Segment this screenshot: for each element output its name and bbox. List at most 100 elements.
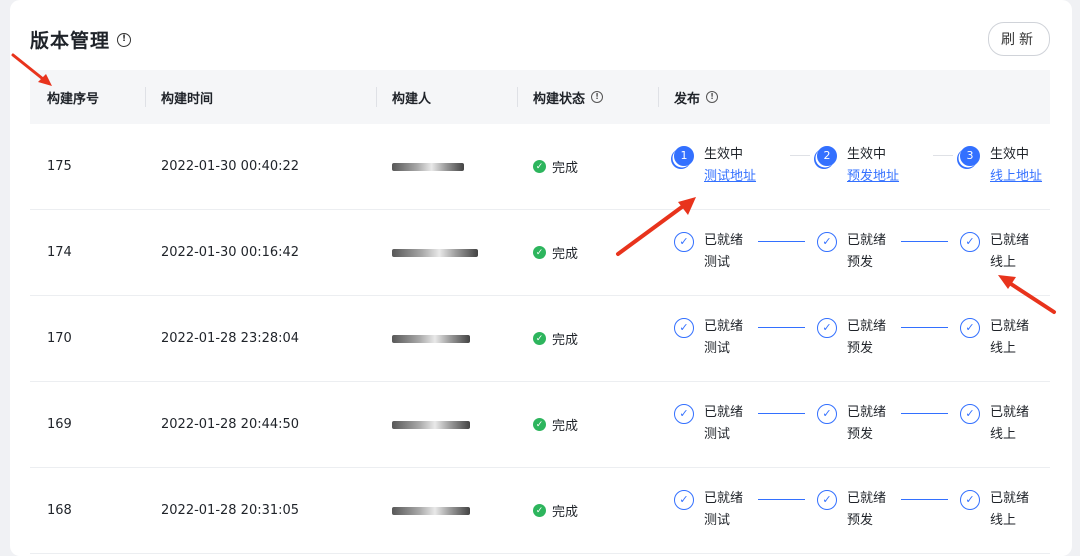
cell-publish: ✓ 已就绪 测试 ✓ 已就绪 预发 ✓ 已就绪 线上 [658, 468, 1050, 553]
column-header-label: 构建人 [392, 91, 432, 107]
info-icon[interactable]: ! [117, 32, 132, 47]
table-row: 169 2022-01-28 20:44:50 ✓ 完成 ✓ 已就绪 测试 ✓ … [30, 382, 1050, 468]
status-text: 完成 [552, 333, 579, 348]
cell-seq: 175 [47, 159, 72, 174]
publish-step: ✓ 已就绪 线上 [960, 317, 1050, 360]
step-title: 已就绪 [847, 232, 887, 248]
step-env-label: 测试 [704, 426, 731, 442]
column-header-publish: 发布 ! [658, 70, 1050, 124]
step-address-link[interactable]: 预发地址 [847, 166, 899, 188]
step-env-label: 测试 [704, 340, 731, 356]
step-title: 生效中 [847, 146, 887, 162]
step-title: 生效中 [990, 146, 1030, 162]
step-title: 已就绪 [990, 404, 1030, 420]
publish-steps: 1 生效中 测试地址 2 生效中 预发地址 3 生效中 线上地址 [674, 145, 1050, 188]
publish-step: ✓ 已就绪 线上 [960, 489, 1050, 532]
version-management-card: 版本管理 ! 刷新 构建序号 构建时间 构建人 构建状态 ! 发布 ! 175 [10, 0, 1072, 556]
step-env-label: 预发 [847, 340, 874, 356]
step-title: 已就绪 [847, 318, 887, 334]
step-env-label: 线上 [990, 340, 1017, 356]
step-env-label: 线上 [990, 426, 1017, 442]
step-address-link[interactable]: 测试地址 [704, 166, 756, 188]
status-text: 完成 [552, 161, 579, 176]
column-header-seq: 构建序号 [30, 70, 145, 124]
publish-step: ✓ 已就绪 预发 [817, 317, 960, 360]
table-row: 175 2022-01-30 00:40:22 ✓ 完成 1 生效中 测试地址 [30, 124, 1050, 210]
step-env-label: 测试 [704, 512, 731, 528]
step-title: 生效中 [704, 146, 744, 162]
column-header-status: 构建状态 ! [517, 70, 658, 124]
step-env-label: 预发 [847, 512, 874, 528]
publish-steps: ✓ 已就绪 测试 ✓ 已就绪 预发 ✓ 已就绪 线上 [674, 403, 1050, 446]
blurred-username [392, 248, 478, 257]
cell-publish: ✓ 已就绪 测试 ✓ 已就绪 预发 ✓ 已就绪 线上 [658, 210, 1050, 295]
step-number-icon: 2 [817, 145, 837, 166]
step-env-label: 预发 [847, 254, 874, 270]
check-circle-icon: ✓ [960, 403, 980, 424]
step-title: 已就绪 [704, 404, 744, 420]
table-row: 174 2022-01-30 00:16:42 ✓ 完成 ✓ 已就绪 测试 ✓ … [30, 210, 1050, 296]
cell-publish: 1 生效中 测试地址 2 生效中 预发地址 3 生效中 线上地址 [658, 124, 1050, 209]
column-header-label: 构建序号 [47, 91, 100, 107]
publish-step: 1 生效中 测试地址 [674, 145, 817, 188]
status-text: 完成 [552, 247, 579, 262]
cell-status: ✓ 完成 [517, 468, 658, 553]
publish-step: ✓ 已就绪 线上 [960, 231, 1050, 274]
publish-step: 3 生效中 线上地址 [960, 145, 1050, 188]
publish-step: ✓ 已就绪 测试 [674, 489, 817, 532]
cell-status: ✓ 完成 [517, 210, 658, 295]
cell-time: 2022-01-30 00:40:22 [161, 159, 300, 174]
publish-steps: ✓ 已就绪 测试 ✓ 已就绪 预发 ✓ 已就绪 线上 [674, 317, 1050, 360]
check-circle-icon: ✓ [960, 231, 980, 252]
check-circle-icon: ✓ [960, 489, 980, 510]
cell-seq: 170 [47, 331, 72, 346]
check-circle-icon: ✓ [817, 317, 837, 338]
check-circle-icon: ✓ [674, 489, 694, 510]
publish-step: ✓ 已就绪 测试 [674, 317, 817, 360]
page-header: 版本管理 ! [30, 26, 132, 53]
info-icon[interactable]: ! [706, 91, 719, 103]
publish-step: ✓ 已就绪 线上 [960, 403, 1050, 446]
blurred-username [392, 420, 470, 429]
check-circle-icon: ✓ [817, 489, 837, 510]
cell-seq: 174 [47, 245, 72, 260]
table-row: 170 2022-01-28 23:28:04 ✓ 完成 ✓ 已就绪 测试 ✓ … [30, 296, 1050, 382]
step-title: 已就绪 [704, 232, 744, 248]
step-title: 已就绪 [990, 232, 1030, 248]
cell-seq: 168 [47, 503, 72, 518]
cell-status: ✓ 完成 [517, 382, 658, 467]
cell-time: 2022-01-28 20:31:05 [161, 503, 300, 518]
refresh-button[interactable]: 刷新 [988, 22, 1050, 56]
step-env-label: 线上 [990, 254, 1017, 270]
step-number-icon: 3 [960, 145, 980, 166]
cell-builder [376, 296, 517, 381]
publish-step: ✓ 已就绪 测试 [674, 403, 817, 446]
cell-seq: 169 [47, 417, 72, 432]
status-badge: ✓ 完成 [533, 329, 578, 348]
table-row: 168 2022-01-28 20:31:05 ✓ 完成 ✓ 已就绪 测试 ✓ … [30, 468, 1050, 554]
publish-step: ✓ 已就绪 预发 [817, 231, 960, 274]
status-text: 完成 [552, 419, 579, 434]
step-env-label: 测试 [704, 254, 731, 270]
publish-step: ✓ 已就绪 测试 [674, 231, 817, 274]
cell-status: ✓ 完成 [517, 124, 658, 209]
step-env-label: 预发 [847, 426, 874, 442]
publish-step: ✓ 已就绪 预发 [817, 403, 960, 446]
column-header-label: 构建时间 [161, 91, 214, 107]
check-circle-icon: ✓ [817, 403, 837, 424]
publish-steps: ✓ 已就绪 测试 ✓ 已就绪 预发 ✓ 已就绪 线上 [674, 489, 1050, 532]
cell-time: 2022-01-28 20:44:50 [161, 417, 300, 432]
step-address-link[interactable]: 线上地址 [990, 166, 1042, 188]
info-icon[interactable]: ! [591, 91, 604, 103]
table-header: 构建序号 构建时间 构建人 构建状态 ! 发布 ! [30, 70, 1050, 124]
cell-status: ✓ 完成 [517, 296, 658, 381]
check-circle-icon: ✓ [817, 231, 837, 252]
cell-publish: ✓ 已就绪 测试 ✓ 已就绪 预发 ✓ 已就绪 线上 [658, 382, 1050, 467]
blurred-username [392, 334, 470, 343]
step-number-icon: 1 [674, 145, 694, 166]
status-badge: ✓ 完成 [533, 243, 578, 262]
success-check-icon: ✓ [533, 332, 546, 345]
success-check-icon: ✓ [533, 246, 546, 259]
cell-publish: ✓ 已就绪 测试 ✓ 已就绪 预发 ✓ 已就绪 线上 [658, 296, 1050, 381]
version-table: 构建序号 构建时间 构建人 构建状态 ! 发布 ! 175 2022-01-30… [30, 70, 1050, 554]
